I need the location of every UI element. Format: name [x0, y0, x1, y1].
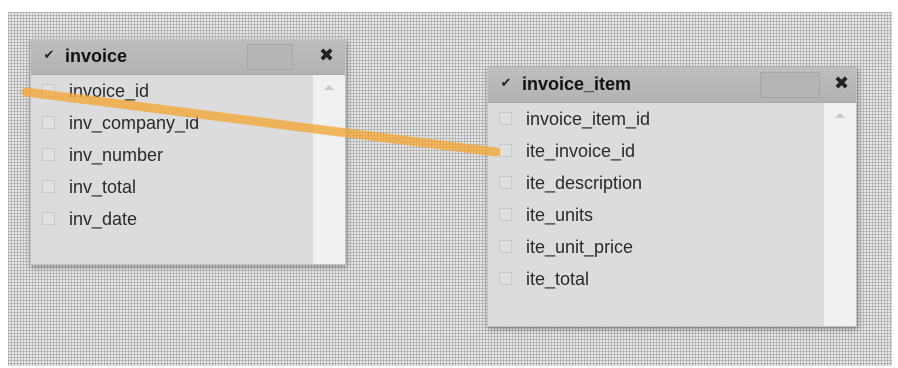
field-row[interactable]: inv_number [31, 139, 345, 171]
field-checkbox[interactable] [42, 212, 55, 225]
field-row[interactable]: ite_total [488, 263, 856, 295]
field-checkbox[interactable] [499, 240, 512, 253]
close-icon[interactable]: ✖ [319, 46, 334, 66]
table-select-checkbox-icon[interactable]: ✔ [499, 77, 513, 91]
field-name: inv_company_id [69, 113, 200, 133]
table-alias-input[interactable] [760, 72, 820, 98]
field-name: inv_date [69, 209, 138, 229]
scroll-up-arrow-icon[interactable] [324, 85, 334, 90]
table-invoice-item[interactable]: ✔ invoice_item ✖ invoice_item_id ite_inv… [487, 67, 857, 327]
field-row[interactable]: invoice_id [31, 75, 345, 107]
field-row[interactable]: ite_description [488, 167, 856, 199]
field-row[interactable]: inv_company_id [31, 107, 345, 139]
field-list: invoice_item_id ite_invoice_id ite_descr… [488, 103, 856, 295]
field-checkbox[interactable] [499, 208, 512, 221]
field-name: ite_description [526, 173, 643, 193]
field-checkbox[interactable] [499, 272, 512, 285]
scroll-up-arrow-icon[interactable] [835, 113, 845, 118]
table-select-checkbox-icon[interactable]: ✔ [42, 49, 56, 63]
field-row[interactable]: inv_date [31, 203, 345, 235]
field-name: inv_number [69, 145, 164, 165]
field-checkbox[interactable] [42, 148, 55, 161]
field-name: invoice_item_id [526, 109, 651, 129]
field-name: ite_units [526, 205, 594, 225]
field-row[interactable]: ite_unit_price [488, 231, 856, 263]
field-name: ite_unit_price [526, 237, 634, 257]
field-row[interactable]: ite_units [488, 199, 856, 231]
field-checkbox[interactable] [42, 116, 55, 129]
field-list: invoice_id inv_company_id inv_number inv… [31, 75, 345, 235]
table-title: invoice_item [522, 74, 632, 94]
table-invoice-header[interactable]: ✔ invoice ✖ [31, 40, 345, 75]
table-invoice-item-header[interactable]: ✔ invoice_item ✖ [488, 68, 856, 103]
table-alias-input[interactable] [247, 44, 293, 70]
field-checkbox[interactable] [42, 180, 55, 193]
field-name: ite_invoice_id [526, 141, 636, 161]
field-checkbox[interactable] [42, 84, 55, 97]
scrollbar[interactable] [313, 75, 345, 264]
field-name: invoice_id [69, 81, 150, 101]
table-title: invoice [65, 46, 128, 66]
field-name: inv_total [69, 177, 137, 197]
field-name: ite_total [526, 269, 590, 289]
designer-canvas[interactable]: ✔ invoice ✖ invoice_id inv_company_id in… [8, 12, 892, 366]
field-row[interactable]: ite_invoice_id [488, 135, 856, 167]
scrollbar[interactable] [824, 103, 856, 326]
field-checkbox[interactable] [499, 144, 512, 157]
close-icon[interactable]: ✖ [834, 74, 849, 94]
field-checkbox[interactable] [499, 176, 512, 189]
field-checkbox[interactable] [499, 112, 512, 125]
table-invoice[interactable]: ✔ invoice ✖ invoice_id inv_company_id in… [30, 39, 346, 265]
field-row[interactable]: inv_total [31, 171, 345, 203]
field-row[interactable]: invoice_item_id [488, 103, 856, 135]
